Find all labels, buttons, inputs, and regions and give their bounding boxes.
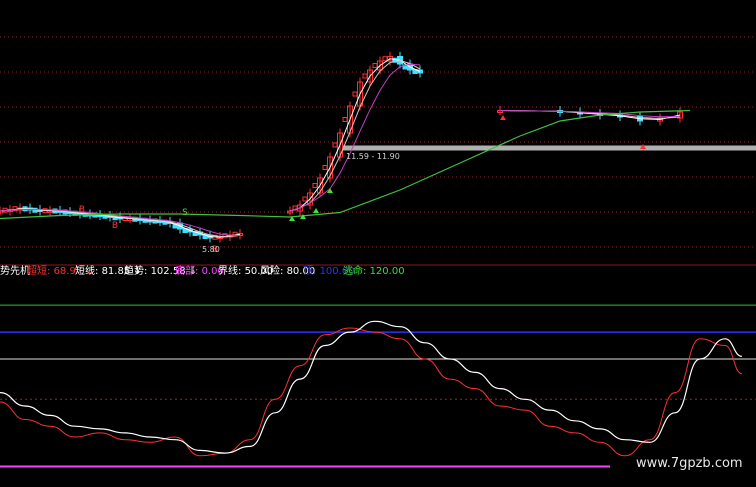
oscillator-series-group bbox=[0, 320, 743, 457]
candle-body bbox=[362, 73, 368, 79]
legend-item-name: 界线: bbox=[218, 266, 245, 277]
up-arrow-icon bbox=[500, 115, 506, 120]
legend-item-name: 顶: bbox=[303, 266, 320, 277]
legend-item-name: 逃命: bbox=[343, 266, 370, 277]
candle-body bbox=[332, 142, 338, 148]
oscillator-panel bbox=[0, 304, 756, 468]
long-trend-ma-line bbox=[0, 109, 691, 220]
watermark-text: www.7gpzb.com bbox=[636, 456, 743, 471]
chart-canvas: BBSB 11.59 - 11.90 5.80 bbox=[0, 36, 756, 468]
price-panel: BBSB 11.59 - 11.90 5.80 bbox=[0, 36, 756, 266]
candle-body bbox=[382, 56, 388, 62]
legend-item: 逃命: 120.00 bbox=[343, 266, 405, 278]
legend-item-value: 120.00 bbox=[369, 266, 405, 277]
signal-markers-group: BBSB bbox=[79, 115, 646, 255]
moving-average-line bbox=[289, 59, 421, 212]
oscillator-line bbox=[0, 327, 743, 457]
candle-body bbox=[302, 196, 308, 202]
up-arrow-icon bbox=[313, 208, 319, 213]
oscillator-line bbox=[0, 320, 743, 454]
legend-item-name: 趋势: bbox=[124, 266, 151, 277]
legend-item-name: 风险: bbox=[260, 266, 287, 277]
candle-body bbox=[342, 117, 348, 122]
legend-item: 底部: 0.00 bbox=[175, 266, 224, 278]
sell-signal-marker: S bbox=[182, 208, 188, 218]
buy-signal-marker: B bbox=[79, 205, 85, 215]
legend-item-name: 超短: bbox=[27, 266, 54, 277]
candle-body bbox=[372, 63, 378, 68]
moving-average-line bbox=[289, 58, 421, 212]
legend-item-name: 短线: bbox=[75, 266, 102, 277]
candle-body bbox=[352, 91, 358, 97]
candle-body bbox=[312, 183, 318, 188]
annotation-high-range: 11.59 - 11.90 bbox=[346, 152, 400, 161]
candle-body bbox=[322, 165, 328, 170]
legend-item-name: 底部: bbox=[175, 266, 202, 277]
indicator-title: 势先机 bbox=[0, 266, 30, 277]
annotation-low-value: 5.80 bbox=[202, 245, 220, 254]
buy-signal-marker: B bbox=[112, 221, 118, 231]
